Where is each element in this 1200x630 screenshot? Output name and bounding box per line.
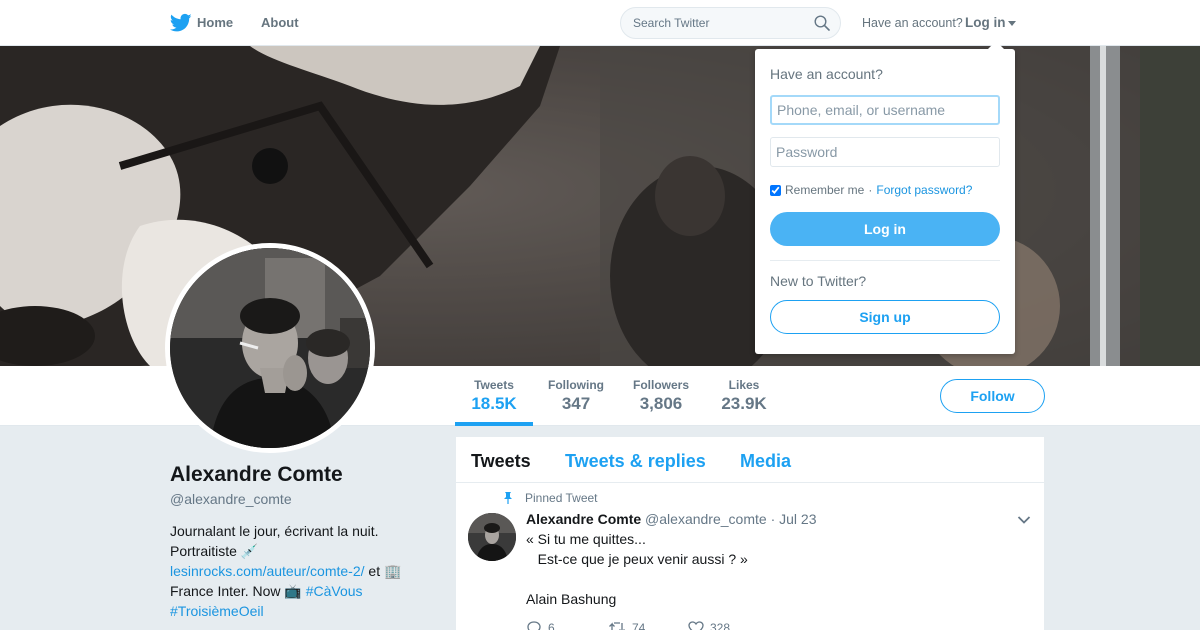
tweet-date[interactable]: Jul 23: [779, 511, 816, 527]
nav-about-link[interactable]: About: [261, 15, 299, 30]
stat-following[interactable]: Following 347: [540, 366, 612, 426]
reply-action[interactable]: 6: [526, 621, 555, 630]
stat-likes[interactable]: Likes 23.9K: [712, 366, 776, 426]
bio-text: France Inter. Now 📺: [170, 583, 306, 599]
retweet-icon: [609, 622, 625, 630]
dropdown-divider: [770, 260, 1000, 261]
profile-avatar[interactable]: [165, 243, 375, 453]
signup-button[interactable]: Sign up: [770, 300, 1000, 334]
tweet-avatar-photo: [468, 513, 516, 561]
pin-icon: [504, 492, 512, 504]
tweet-header: Alexandre Comte @alexandre_comte · Jul 2…: [526, 511, 816, 527]
stat-following-label: Following: [548, 378, 604, 392]
timeline: Tweets Tweets & replies Media Pinned Twe…: [456, 437, 1044, 630]
reply-icon: [527, 621, 541, 630]
bio-line: #TroisièmeOeil: [170, 601, 430, 621]
profile-bio: Journalant le jour, écrivant la nuit. Po…: [170, 521, 430, 621]
have-account-text: Have an account?: [862, 16, 963, 30]
search-input[interactable]: [633, 8, 803, 38]
twitter-bird-icon[interactable]: [170, 13, 192, 33]
like-action[interactable]: 328: [688, 621, 730, 630]
stat-followers-label: Followers: [632, 378, 689, 392]
remember-me-row: Remember me · Forgot password?: [770, 183, 972, 197]
timeline-tabs: Tweets Tweets & replies Media: [456, 437, 1044, 483]
tweet-text-line: « Si tu me quittes...: [526, 531, 646, 547]
chevron-down-icon[interactable]: [1017, 515, 1031, 525]
search-icon[interactable]: [814, 15, 830, 31]
like-count: 328: [710, 621, 731, 630]
retweet-action[interactable]: 74: [608, 621, 645, 630]
reply-count: 6: [548, 621, 555, 630]
bio-line: lesinrocks.com/auteur/comte-2/ et 🏢: [170, 561, 430, 581]
heart-icon: [688, 621, 704, 630]
bio-link[interactable]: lesinrocks.com/auteur/comte-2/: [170, 563, 365, 579]
hashtag-link[interactable]: #TroisièmeOeil: [170, 603, 264, 619]
password-field[interactable]: [770, 137, 1000, 167]
login-dropdown: Have an account? Remember me · Forgot pa…: [755, 49, 1015, 354]
username-field[interactable]: [770, 95, 1000, 125]
tab-tweets[interactable]: Tweets: [471, 451, 531, 472]
stat-likes-label: Likes: [728, 378, 760, 392]
stat-tweets-label: Tweets: [474, 378, 514, 392]
search-box: [620, 7, 841, 39]
stat-followers-value: 3,806: [639, 394, 683, 413]
tab-media[interactable]: Media: [740, 451, 791, 472]
avatar-photo: [170, 248, 370, 448]
profile-name[interactable]: Alexandre Comte: [170, 463, 343, 487]
stat-tweets[interactable]: Tweets 18.5K: [455, 366, 533, 426]
remember-separator: ·: [868, 183, 873, 197]
top-nav: Home About Have an account? Log in: [0, 0, 1200, 46]
tweet-actions: 6 74 328: [526, 621, 826, 630]
login-dropdown-toggle[interactable]: Log in: [965, 15, 1016, 30]
caret-down-icon: [1007, 20, 1016, 26]
remember-me-checkbox[interactable]: [770, 184, 781, 196]
stat-followers[interactable]: Followers 3,806: [626, 366, 696, 426]
bio-line: France Inter. Now 📺 #CàVous: [170, 581, 430, 601]
stat-tweets-value: 18.5K: [471, 394, 517, 413]
remember-me-label[interactable]: Remember me: [785, 183, 864, 197]
bio-line: Portraitiste 💉: [170, 543, 259, 559]
tweet-text-line: Alain Bashung: [526, 591, 617, 607]
pinned-tweet-label: Pinned Tweet: [525, 491, 598, 505]
tweet-meta-separator: ·: [770, 511, 776, 527]
stat-likes-value: 23.9K: [721, 394, 767, 413]
login-button[interactable]: Log in: [770, 212, 1000, 246]
login-toggle-label: Log in: [965, 15, 1006, 30]
bio-text: et 🏢: [364, 563, 402, 579]
dropdown-title: Have an account?: [770, 66, 883, 82]
hashtag-link[interactable]: #CàVous: [306, 583, 363, 599]
stat-following-value: 347: [561, 394, 591, 413]
nav-home-link[interactable]: Home: [197, 15, 233, 30]
retweet-count: 74: [632, 621, 646, 630]
tweet-text-line: Est-ce que je peux venir aussi ? »: [526, 551, 748, 567]
new-to-twitter-text: New to Twitter?: [770, 273, 867, 289]
tweet-author-handle[interactable]: @alexandre_comte: [645, 511, 767, 527]
tweet-avatar[interactable]: [468, 513, 516, 561]
profile-handle[interactable]: @alexandre_comte: [170, 491, 292, 507]
forgot-password-link[interactable]: Forgot password?: [876, 183, 972, 197]
tab-tweets-replies[interactable]: Tweets & replies: [565, 451, 706, 472]
bio-line: Journalant le jour, écrivant la nuit.: [170, 523, 379, 539]
dropdown-arrow: [987, 41, 1005, 50]
follow-button[interactable]: Follow: [940, 379, 1045, 413]
tweet-author-name[interactable]: Alexandre Comte: [526, 511, 641, 527]
